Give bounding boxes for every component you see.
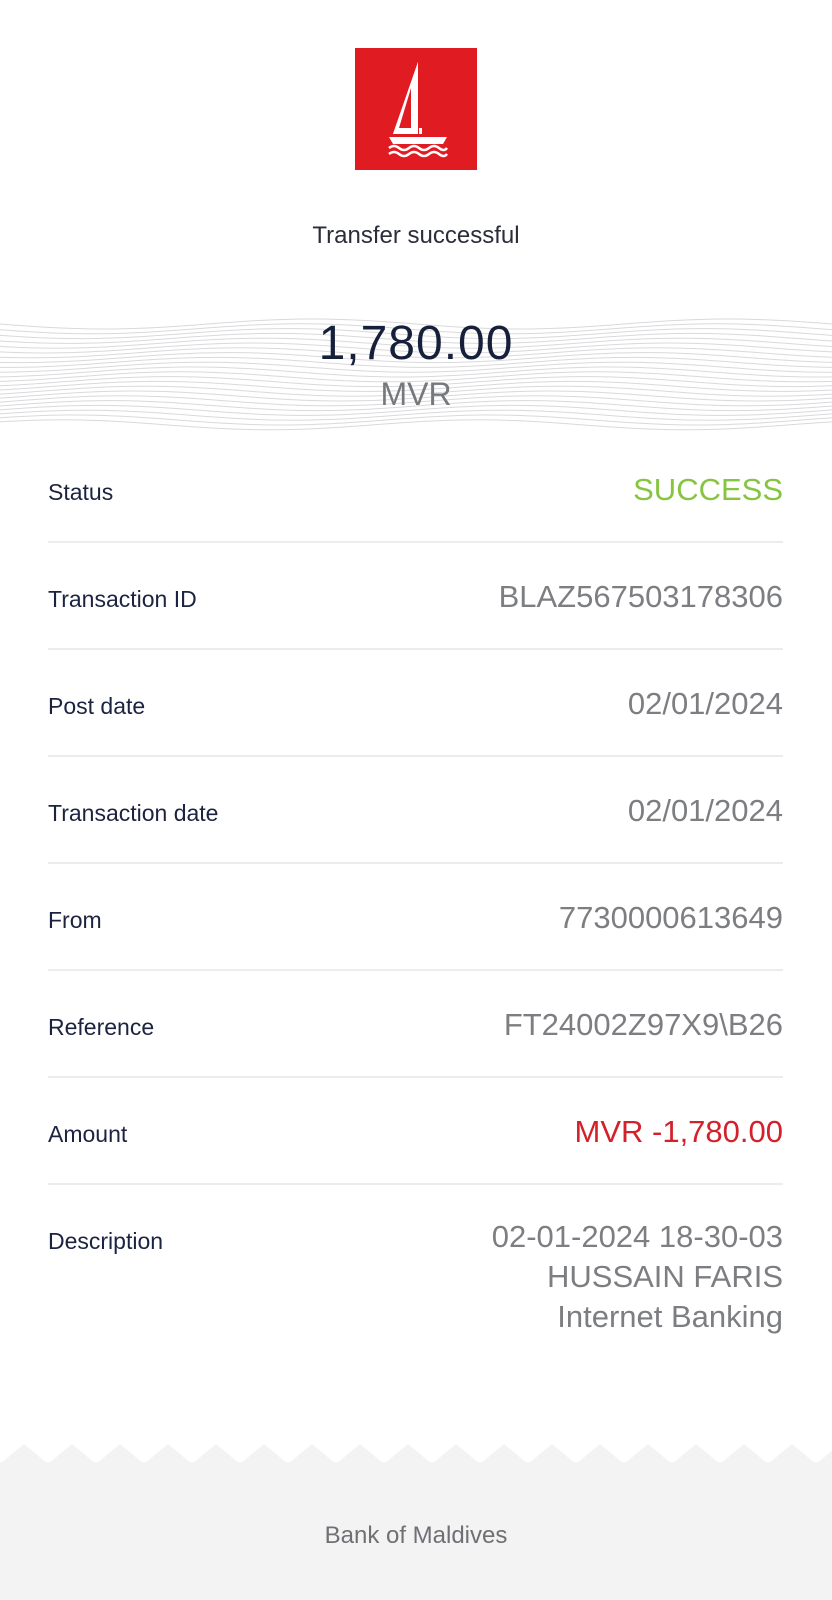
description-value: 02-01-2024 18-30-03 HUSSAIN FARIS Intern… [492, 1217, 783, 1337]
amount-value: MVR -1,780.00 [574, 1114, 784, 1149]
detail-label: From [48, 907, 102, 933]
detail-label: Transaction date [48, 800, 219, 826]
bank-logo-icon [355, 48, 477, 170]
detail-row-amount: Amount MVR -1,780.00 [48, 1078, 783, 1185]
status-value: SUCCESS [633, 472, 783, 507]
detail-label: Status [48, 479, 114, 505]
description-line: HUSSAIN FARIS [547, 1259, 783, 1294]
transaction-date-value: 02/01/2024 [627, 793, 783, 828]
detail-label: Reference [48, 1014, 155, 1040]
post-date-value: 02/01/2024 [627, 686, 783, 721]
description-line: Internet Banking [557, 1299, 783, 1334]
detail-row-status: Status SUCCESS [48, 436, 783, 543]
transfer-status-heading: Transfer successful [312, 222, 520, 249]
detail-label: Amount [48, 1121, 128, 1147]
transfer-amount: 1,780.00 [318, 317, 514, 370]
bank-name: Bank of Maldives [324, 1522, 508, 1549]
from-account-value: 7730000613649 [558, 900, 783, 935]
detail-row-reference: Reference FT24002Z97X9\B26 [48, 971, 783, 1078]
transaction-id-value: BLAZ567503178306 [498, 579, 783, 614]
detail-row-post-date: Post date 02/01/2024 [48, 650, 783, 757]
detail-label: Transaction ID [48, 586, 197, 612]
receipt-footer: Bank of Maldives [0, 1444, 832, 1600]
detail-row-from: From 7730000613649 [48, 864, 783, 971]
detail-label: Post date [48, 693, 146, 719]
detail-row-description: Description 02-01-2024 18-30-03 HUSSAIN … [48, 1185, 783, 1345]
detail-row-transaction-id: Transaction ID BLAZ567503178306 [48, 543, 783, 650]
reference-value: FT24002Z97X9\B26 [503, 1007, 783, 1042]
torn-edge-decoration [0, 1444, 832, 1464]
detail-row-transaction-date: Transaction date 02/01/2024 [48, 757, 783, 864]
receipt-screen: Transfer successful 1,780.00 MVR Status … [0, 0, 832, 1600]
transfer-currency: MVR [380, 376, 452, 412]
detail-label: Description [48, 1228, 164, 1254]
description-line: 02-01-2024 18-30-03 [491, 1219, 783, 1254]
transaction-details: Status SUCCESS Transaction ID BLAZ567503… [48, 436, 783, 1345]
